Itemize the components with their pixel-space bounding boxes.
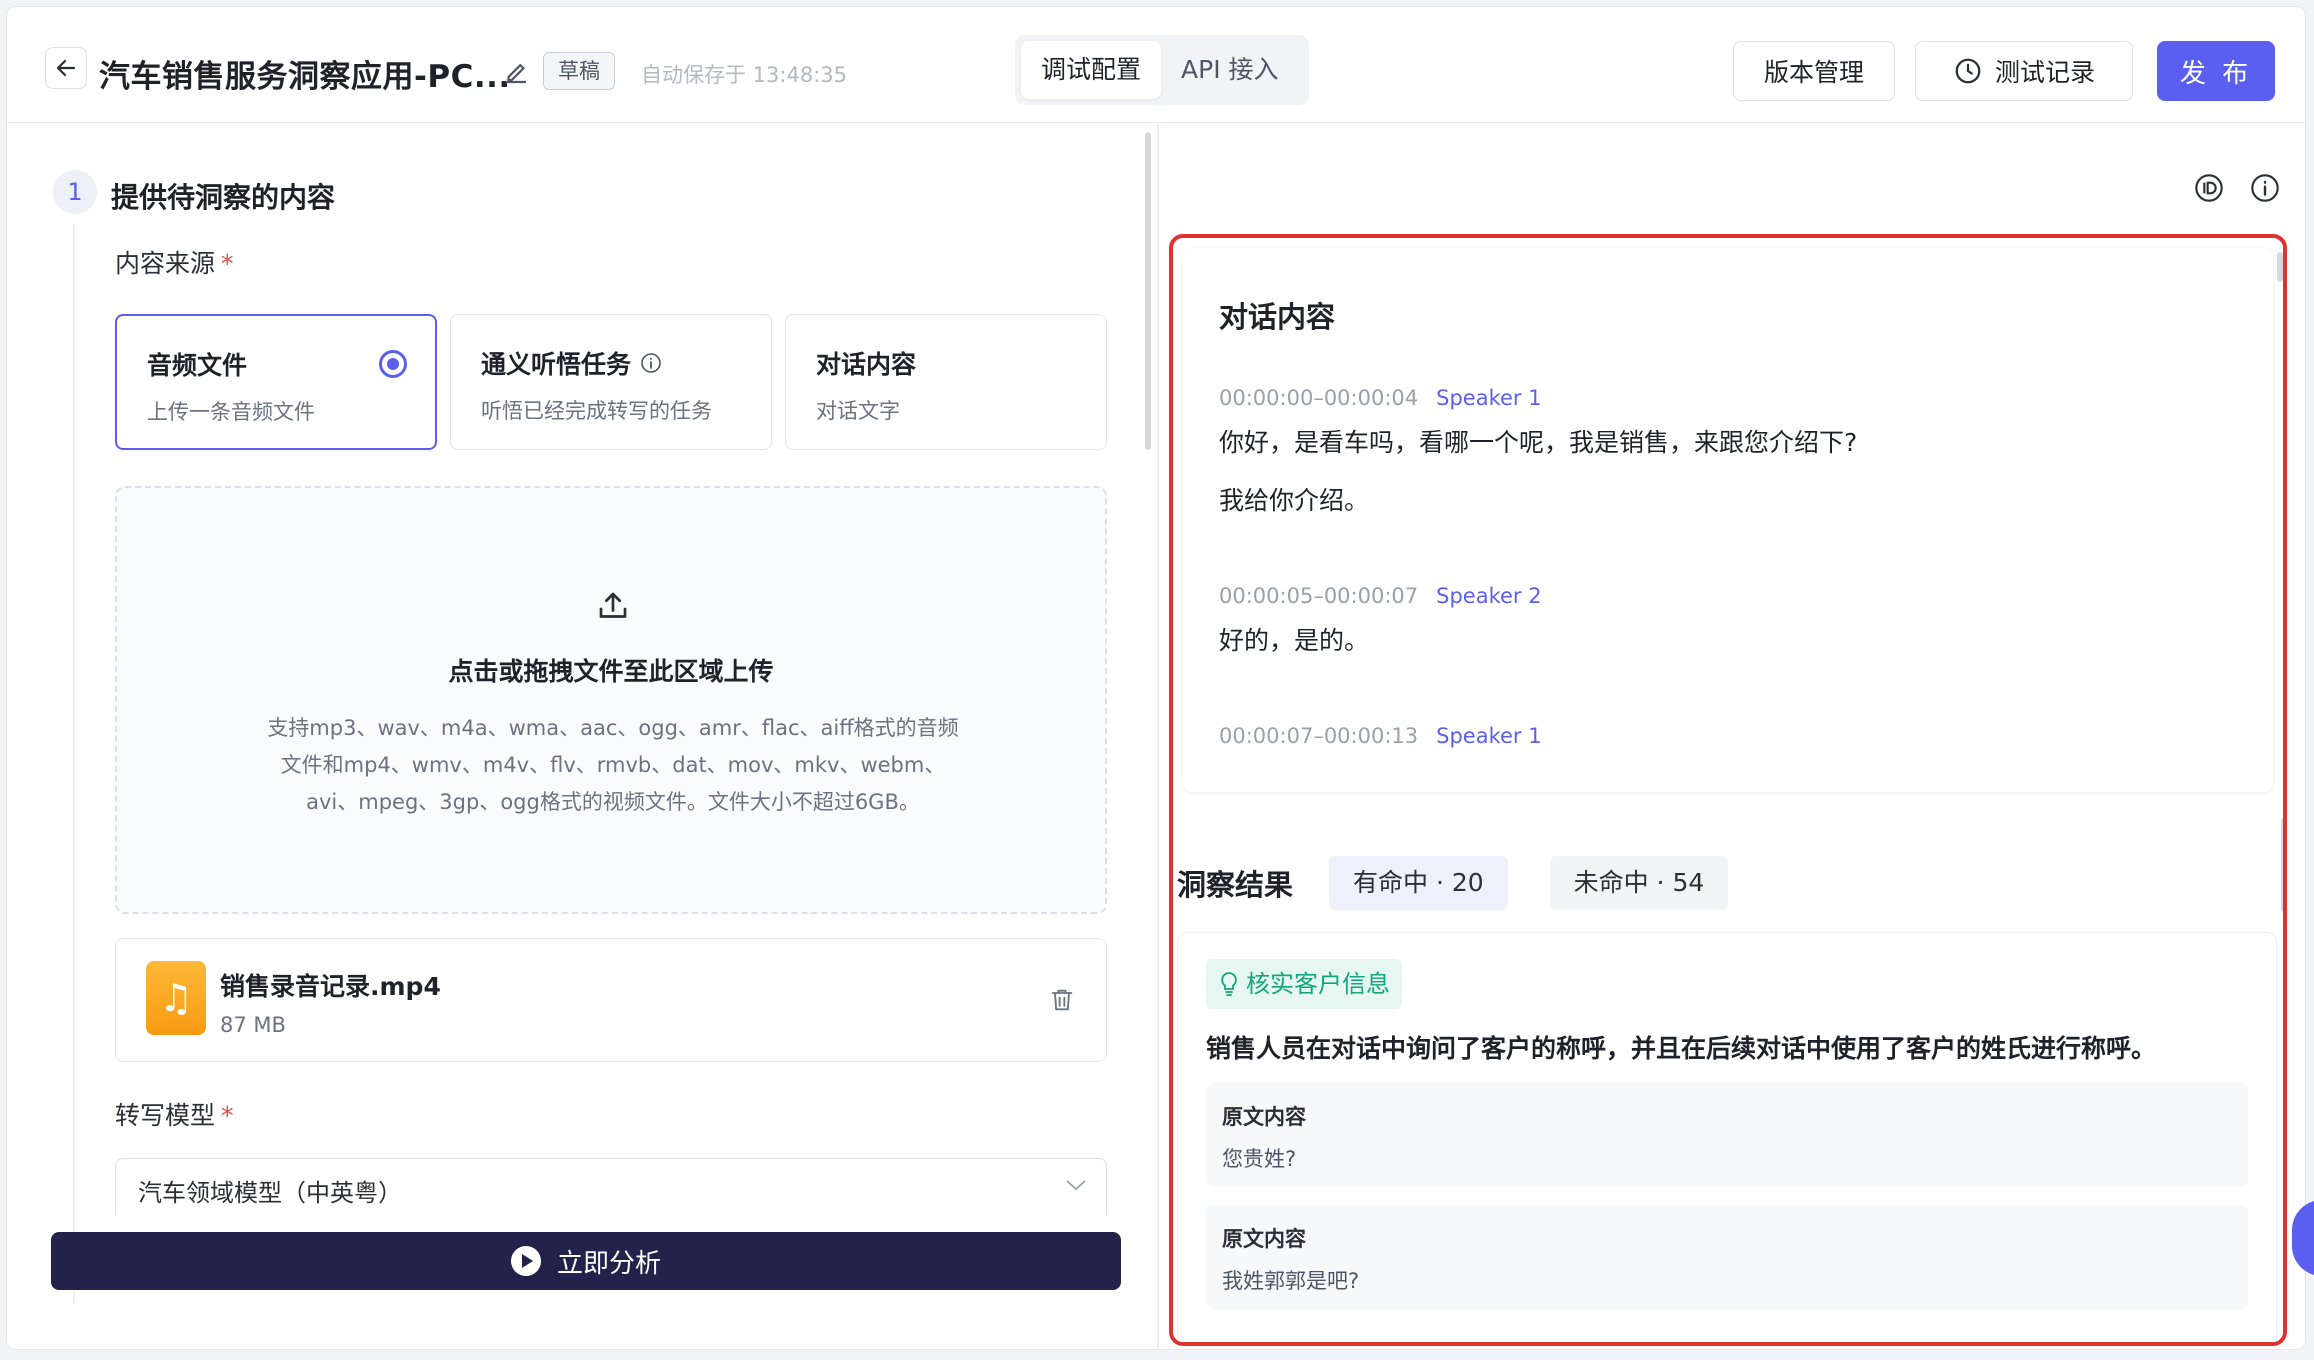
- analyze-now-label: 立即分析: [556, 1248, 661, 1279]
- source-option-title-text: 通义听悟任务: [481, 350, 632, 379]
- segment-speaker[interactable]: Speaker 2: [1436, 584, 1541, 608]
- clock-icon: [1955, 58, 1981, 84]
- segment-time: 00:00:07–00:00:13: [1219, 724, 1419, 748]
- tab-debug-config[interactable]: 调试配置: [1021, 41, 1162, 99]
- edit-pencil-icon[interactable]: [501, 57, 531, 87]
- miss-filter-pill[interactable]: 未命中 · 54: [1549, 856, 1729, 910]
- hit-filter-pill[interactable]: 有命中 · 20: [1329, 856, 1508, 910]
- draft-badge: 草稿: [543, 52, 615, 90]
- source-option-dialog-content[interactable]: 对话内容 对话文字: [785, 314, 1107, 450]
- source-option-title-text: 对话内容: [816, 350, 917, 379]
- source-option-audio-file[interactable]: 音频文件 上传一条音频文件: [115, 314, 437, 450]
- source-option-title: 对话内容: [816, 345, 916, 381]
- analyze-now-button[interactable]: 立即分析: [51, 1232, 1121, 1290]
- music-file-icon: ♫: [146, 961, 206, 1035]
- source-option-desc: 对话文字: [816, 399, 900, 423]
- segment-time: 00:00:00–00:00:04: [1219, 386, 1419, 410]
- file-size: 87 MB: [220, 1013, 286, 1037]
- file-name: 销售录音记录.mp4: [220, 972, 441, 1001]
- source-option-tingwu-task[interactable]: 通义听悟任务 听悟已经完成转写的任务: [450, 314, 772, 450]
- quote-block: 原文内容 您贵姓?: [1206, 1083, 2248, 1187]
- insight-tag-label: 核实客户信息: [1246, 970, 1390, 998]
- dialog-segment: 00:00:05–00:00:07 Speaker 2: [1219, 584, 1542, 608]
- segment-text: 我给你介绍。: [1219, 486, 1370, 515]
- step-connector-line: [73, 224, 75, 1304]
- model-selected-value: 汽车领域模型（中英粤）: [138, 1179, 402, 1207]
- insight-title: 洞察结果: [1177, 868, 1294, 902]
- dialog-content-card: 对话内容 00:00:00–00:00:04 Speaker 1 你好，是看车吗，…: [1183, 248, 2273, 792]
- tab-api-access[interactable]: API 接入: [1161, 41, 1299, 99]
- source-option-desc: 上传一条音频文件: [147, 400, 315, 424]
- upload-icon: [599, 592, 627, 618]
- app-window: 汽车销售服务洞察应用-PC... 草稿 自动保存于 13:48:35 调试配置 …: [6, 6, 2306, 1350]
- play-icon: [510, 1246, 541, 1276]
- publish-button[interactable]: 发 布: [2157, 41, 2275, 101]
- insight-tag: 核实客户信息: [1206, 959, 1402, 1009]
- quote-text: 您贵姓?: [1222, 1147, 1297, 1171]
- segment-time: 00:00:05–00:00:07: [1219, 584, 1419, 608]
- autosave-status: 自动保存于 13:48:35: [641, 63, 847, 87]
- result-panel: 对话内容 00:00:00–00:00:04 Speaker 1 你好，是看车吗，…: [1159, 124, 2305, 1349]
- upload-title: 点击或拖拽文件至此区域上传: [448, 657, 774, 686]
- insight-description: 销售人员在对话中询问了客户的称呼，并且在后续对话中使用了客户的姓氏进行称呼。: [1206, 1034, 2157, 1063]
- source-option-title-text: 音频文件: [147, 351, 248, 380]
- highlighted-result-area: 对话内容 00:00:00–00:00:04 Speaker 1 你好，是看车吗，…: [1169, 234, 2287, 1346]
- insight-result-card: 核实客户信息 销售人员在对话中询问了客户的称呼，并且在后续对话中使用了客户的姓氏…: [1177, 932, 2277, 1342]
- quote-block: 原文内容 我姓郭郭是吧?: [1206, 1205, 2248, 1309]
- insight-scrollbar[interactable]: [2281, 818, 2283, 912]
- test-record-label: 测试记录: [1994, 58, 2095, 87]
- source-option-title: 音频文件: [147, 346, 247, 382]
- test-record-button[interactable]: 测试记录: [1915, 41, 2133, 101]
- lightbulb-icon: [1221, 972, 1237, 996]
- quote-text: 我姓郭郭是吧?: [1222, 1269, 1360, 1293]
- dialog-scrollbar[interactable]: [2277, 252, 2283, 282]
- back-button[interactable]: [45, 47, 87, 89]
- chevron-down-icon: [1066, 1180, 1086, 1191]
- mode-tabs: 调试配置 API 接入: [1015, 35, 1309, 105]
- dialog-title: 对话内容: [1219, 300, 1336, 334]
- version-management-label: 版本管理: [1763, 58, 1864, 87]
- quote-label: 原文内容: [1222, 1105, 1306, 1129]
- transcription-model-select[interactable]: 汽车领域模型（中英粤）: [115, 1158, 1107, 1214]
- step-title: 提供待洞察的内容: [111, 181, 336, 214]
- trash-icon[interactable]: [1048, 985, 1076, 1015]
- source-label-text: 内容来源: [115, 249, 216, 278]
- dialog-segment: 00:00:07–00:00:13 Speaker 1: [1219, 724, 1542, 748]
- id-icon[interactable]: [2193, 172, 2225, 204]
- segment-text: 好的，是的。: [1219, 626, 1370, 655]
- app-title: 汽车销售服务洞察应用-PC...: [99, 59, 511, 95]
- file-upload-dropzone[interactable]: 点击或拖拽文件至此区域上传 支持mp3、wav、m4a、wma、aac、ogg、…: [115, 486, 1107, 914]
- segment-speaker[interactable]: Speaker 1: [1436, 386, 1541, 410]
- source-option-title: 通义听悟任务: [481, 345, 663, 381]
- segment-text: 你好，是看车吗，看哪一个呢，我是销售，来跟您介绍下?: [1219, 428, 1858, 457]
- required-mark: *: [221, 249, 234, 278]
- required-mark: *: [221, 1101, 234, 1130]
- source-option-desc: 听悟已经完成转写的任务: [481, 399, 712, 423]
- top-header: 汽车销售服务洞察应用-PC... 草稿 自动保存于 13:48:35 调试配置 …: [7, 7, 2305, 123]
- model-label-text: 转写模型: [115, 1101, 216, 1130]
- dialog-segment: 00:00:00–00:00:04 Speaker 1: [1219, 386, 1542, 410]
- insight-header: 洞察结果 有命中 · 20 未命中 · 54: [1177, 856, 1770, 910]
- version-management-button[interactable]: 版本管理: [1733, 41, 1895, 101]
- left-scrollbar[interactable]: [1145, 132, 1151, 450]
- source-label: 内容来源 *: [115, 244, 234, 280]
- model-label: 转写模型 *: [115, 1096, 234, 1132]
- uploaded-file-item: ♫ 销售录音记录.mp4 87 MB: [115, 938, 1107, 1062]
- config-panel: 1 提供待洞察的内容 内容来源 * 音频文件 上传一条音频文件 通义听悟任务 听悟…: [7, 124, 1155, 1349]
- radio-selected[interactable]: [379, 350, 407, 378]
- upload-description: 支持mp3、wav、m4a、wma、aac、ogg、amr、flac、aiff格…: [267, 716, 959, 814]
- step-number: 1: [53, 170, 97, 214]
- segment-speaker[interactable]: Speaker 1: [1436, 724, 1541, 748]
- back-arrow-icon: [56, 59, 76, 77]
- info-icon[interactable]: [2249, 172, 2281, 204]
- quote-label: 原文内容: [1222, 1227, 1306, 1251]
- info-icon[interactable]: [639, 351, 663, 375]
